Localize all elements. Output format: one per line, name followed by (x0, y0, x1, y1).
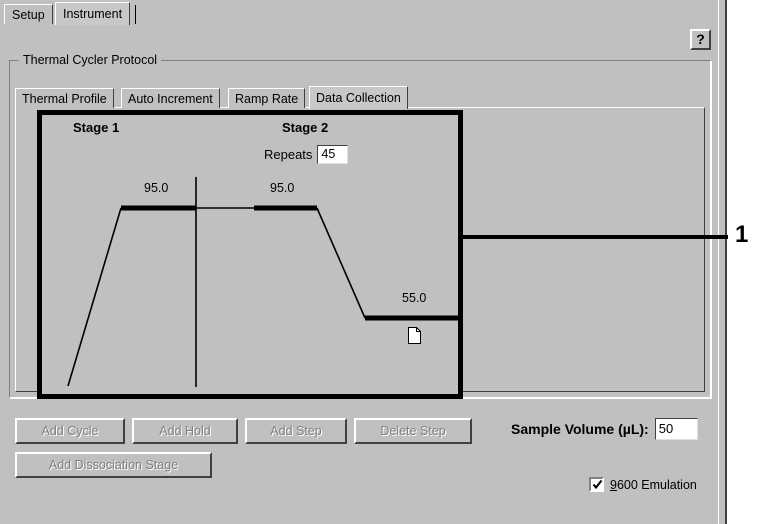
callout-number-label: 1 (735, 221, 749, 248)
emulation-accelerator: 9 (610, 477, 617, 492)
checkmark-icon (592, 479, 603, 490)
add-step-button-label: Add Step (270, 424, 322, 438)
tab-divider (135, 5, 136, 24)
groupbox-title: Thermal Cycler Protocol (19, 53, 162, 68)
thermal-profile-graph[interactable]: Stage 1 Stage 2 Repeats 45 95.0 95.0 55.… (37, 110, 463, 399)
sample-volume-input[interactable]: 50 (654, 418, 698, 440)
tab-ramp-rate-label: Ramp Rate (235, 92, 299, 106)
help-button[interactable]: ? (690, 29, 711, 50)
page-icon[interactable] (408, 327, 421, 344)
add-cycle-button[interactable]: Add Cycle (15, 418, 125, 444)
repeats-row: Repeats 45 (264, 145, 349, 164)
add-hold-button-label: Add Hold (159, 424, 211, 438)
tab-data-collection[interactable]: Data Collection (309, 86, 408, 109)
sample-volume-label: Sample Volume (µL): (511, 421, 649, 437)
delete-step-button-label: Delete Step (380, 424, 446, 438)
stage2-denature-temperature-label: 95.0 (270, 181, 295, 195)
add-hold-button[interactable]: Add Hold (132, 418, 238, 444)
protocol-tab-strip: Thermal Profile Auto Increment Ramp Rate… (15, 86, 705, 109)
tab-auto-increment-label: Auto Increment (128, 92, 213, 106)
tab-thermal-profile[interactable]: Thermal Profile (15, 88, 114, 108)
stage-2-label: Stage 2 (282, 120, 329, 135)
window-right-edge (718, 0, 727, 524)
add-cycle-button-label: Add Cycle (41, 424, 99, 438)
tab-data-collection-label: Data Collection (316, 91, 401, 105)
tab-auto-increment[interactable]: Auto Increment (121, 88, 220, 108)
emulation-row[interactable]: 9600 Emulation (589, 477, 697, 492)
tab-instrument-label: Instrument (63, 7, 123, 21)
tab-ramp-rate[interactable]: Ramp Rate (228, 88, 306, 108)
add-dissociation-stage-button[interactable]: Add Dissociation Stage (15, 452, 212, 478)
thermal-profile-plot (67, 177, 458, 387)
emulation-label: 9600 Emulation (610, 478, 697, 492)
add-step-button[interactable]: Add Step (245, 418, 347, 444)
stage2-anneal-temperature-label: 55.0 (402, 291, 427, 305)
repeats-label: Repeats (264, 147, 313, 162)
application-window: Setup Instrument ? Thermal Cycler Protoc… (0, 0, 727, 524)
stage1-temperature-label: 95.0 (144, 181, 169, 195)
tab-setup-label: Setup (12, 8, 45, 22)
add-dissociation-stage-button-label: Add Dissociation Stage (48, 458, 179, 472)
delete-step-button[interactable]: Delete Step (354, 418, 472, 444)
emulation-label-rest: 600 Emulation (616, 477, 697, 492)
stage-1-label: Stage 1 (73, 120, 120, 135)
outer-tab-strip: Setup Instrument (4, 2, 716, 25)
emulation-checkbox[interactable] (589, 477, 604, 492)
tab-thermal-profile-label: Thermal Profile (22, 92, 107, 106)
tab-setup[interactable]: Setup (4, 4, 53, 24)
help-button-label: ? (696, 31, 705, 47)
tab-instrument[interactable]: Instrument (55, 2, 131, 25)
repeats-input[interactable]: 45 (317, 145, 349, 164)
sample-volume-row: Sample Volume (µL): 50 (511, 418, 698, 440)
